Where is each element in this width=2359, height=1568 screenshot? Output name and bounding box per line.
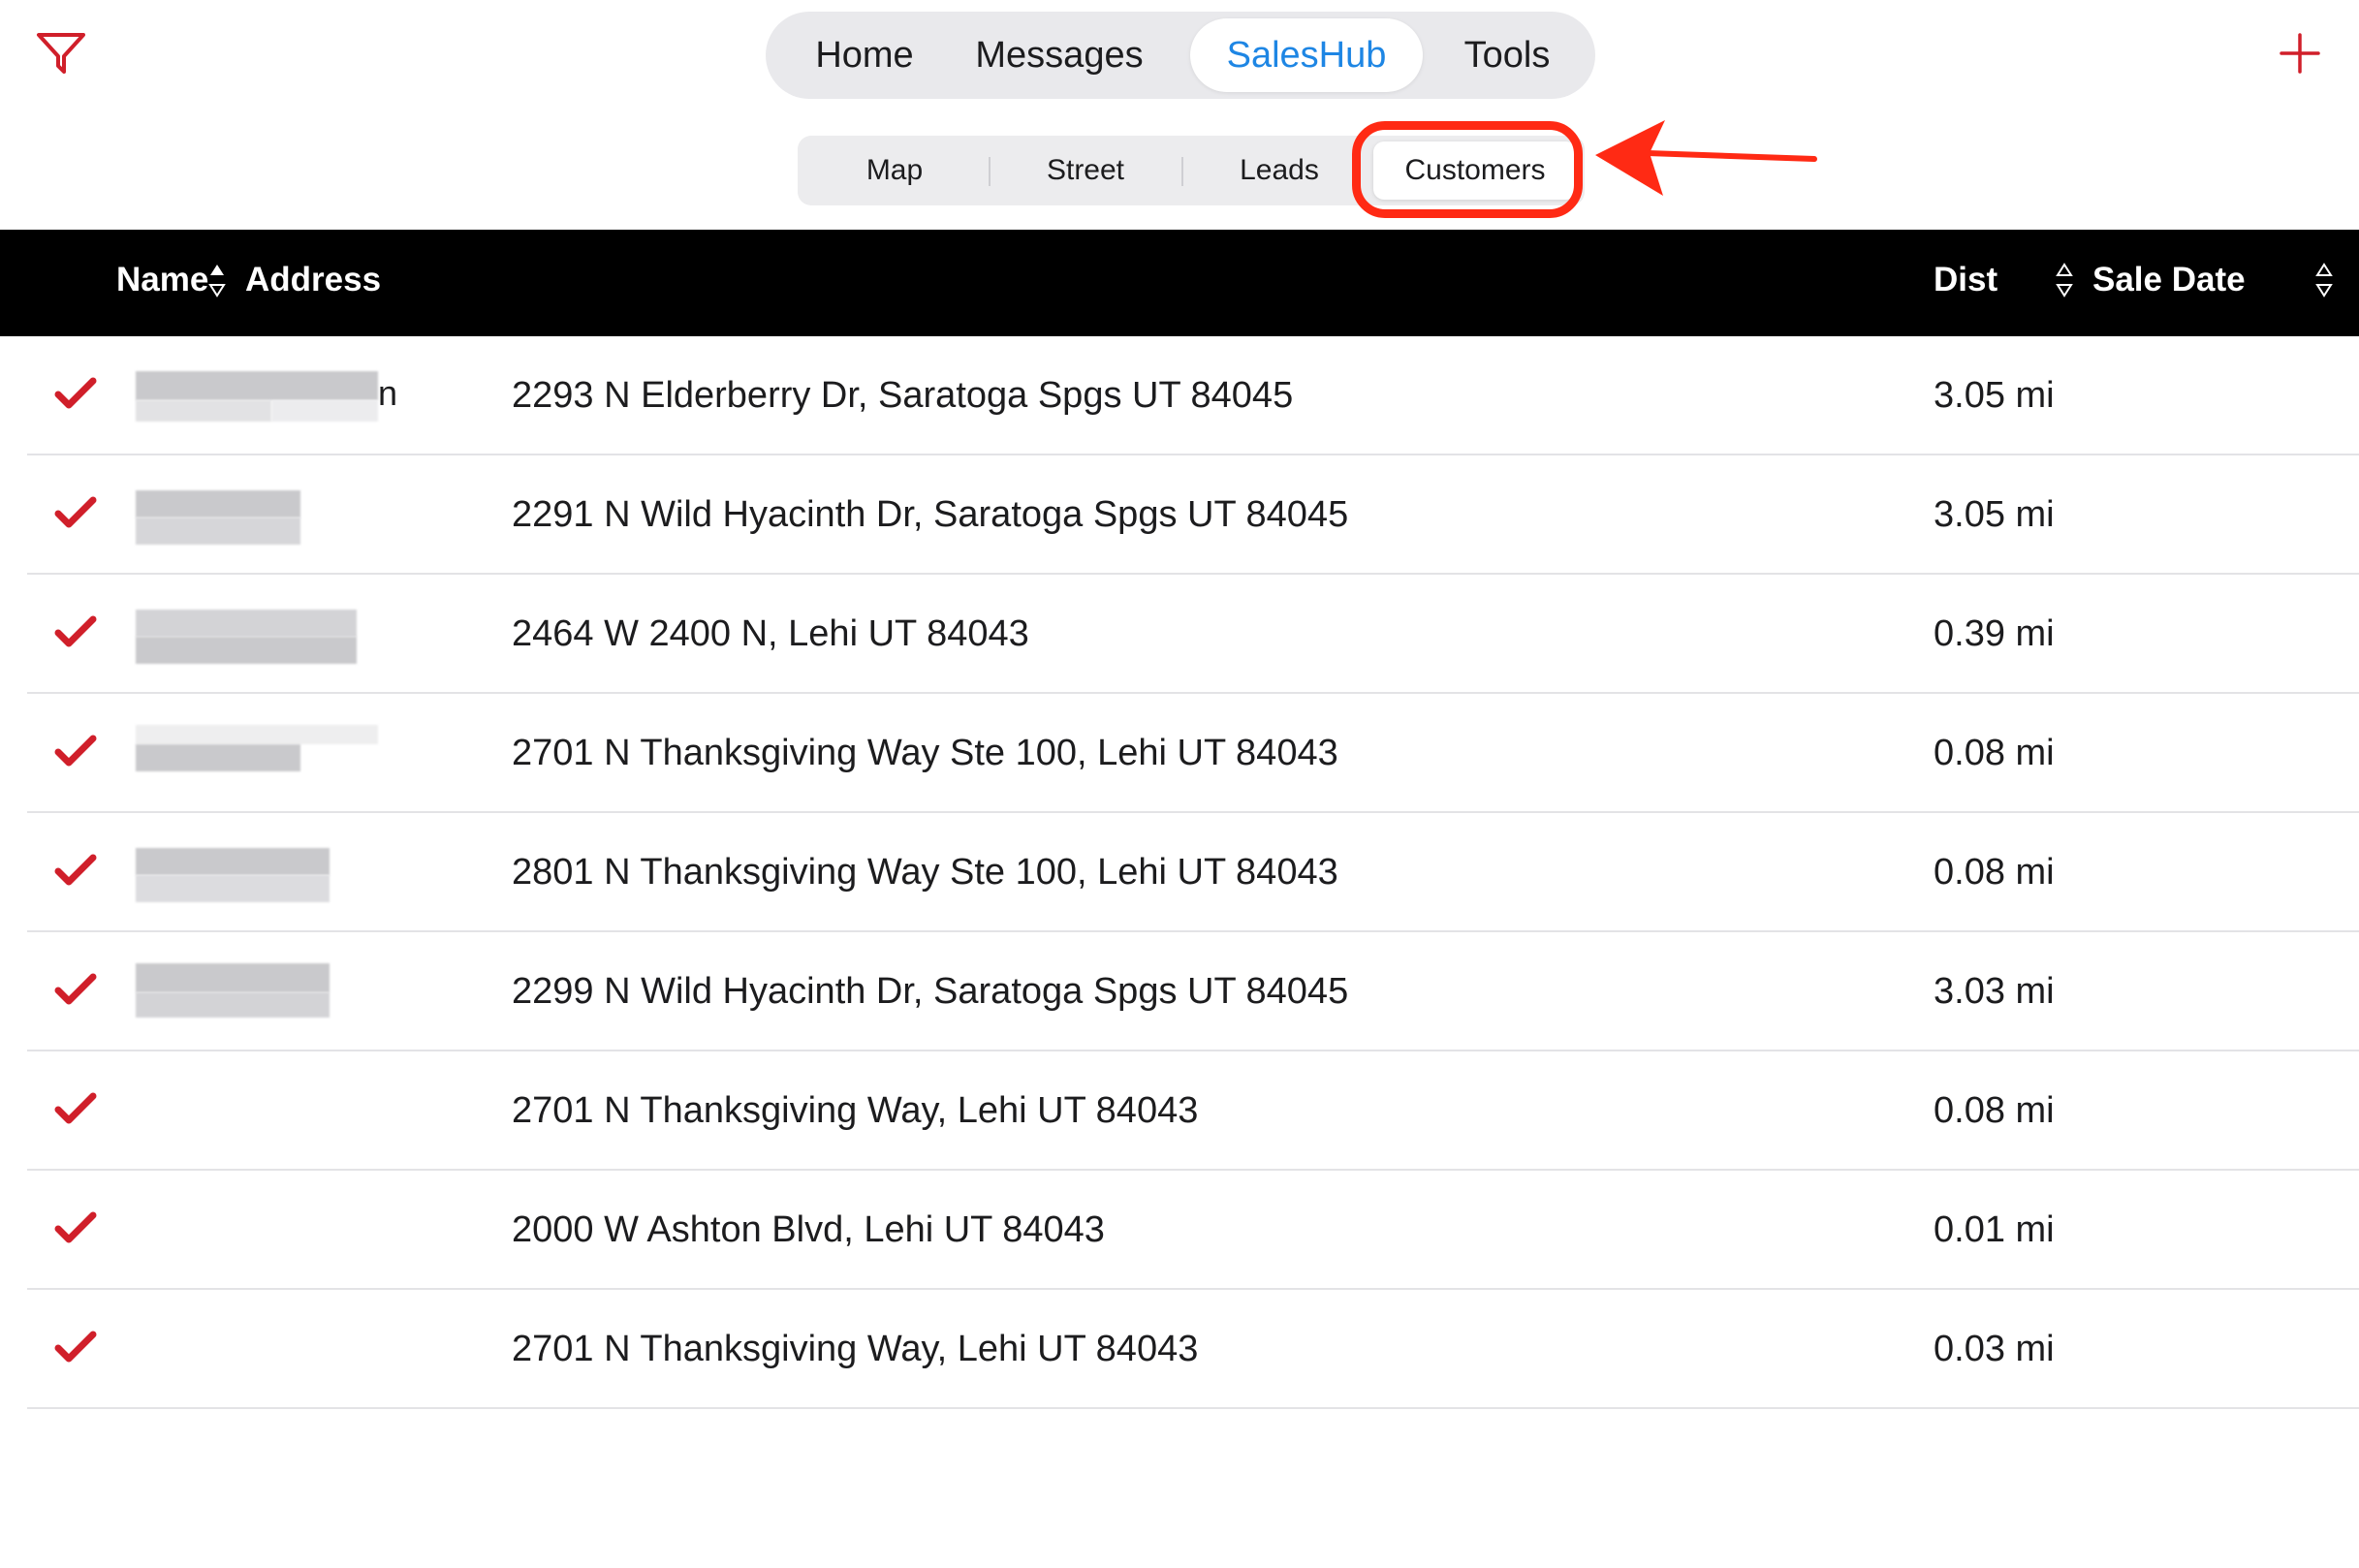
- checkmark-icon: [54, 854, 97, 886]
- distance-text: 3.05 mi: [1934, 375, 2055, 416]
- redacted-name: n: [136, 371, 397, 425]
- table-row[interactable]: 2291 N Wild Hyacinth Dr, Saratoga Spgs U…: [0, 455, 2359, 575]
- column-header-sale-date[interactable]: Sale Date: [2092, 230, 2246, 336]
- redacted-name: [136, 848, 378, 902]
- address-text: 2291 N Wild Hyacinth Dr, Saratoga Spgs U…: [512, 494, 1349, 535]
- address-text: 2701 N Thanksgiving Way, Lehi UT 84043: [512, 1090, 1199, 1131]
- checkmark-icon: [54, 973, 97, 1005]
- address-text: 2701 N Thanksgiving Way, Lehi UT 84043: [512, 1329, 1199, 1369]
- arrow-left-icon: [1595, 120, 1817, 196]
- table-row[interactable]: 2299 N Wild Hyacinth Dr, Saratoga Spgs U…: [0, 932, 2359, 1051]
- checkmark-icon: [54, 1331, 97, 1363]
- address-text: 2801 N Thanksgiving Way Ste 100, Lehi UT…: [512, 852, 1338, 893]
- tab-home[interactable]: Home: [789, 18, 940, 92]
- plus-icon: [2280, 33, 2320, 74]
- distance-text: 0.08 mi: [1934, 1090, 2055, 1131]
- table-row[interactable]: 2701 N Thanksgiving Way Ste 100, Lehi UT…: [0, 694, 2359, 813]
- checkmark-icon: [54, 615, 97, 647]
- table-row[interactable]: 2701 N Thanksgiving Way, Lehi UT 84043 0…: [0, 1290, 2359, 1409]
- address-text: 2000 W Ashton Blvd, Lehi UT 84043: [512, 1209, 1105, 1250]
- subtab-divider: [1181, 157, 1183, 186]
- subtab-leads[interactable]: Leads: [1185, 141, 1373, 200]
- column-header-name[interactable]: Name: [116, 230, 208, 336]
- checkmark-icon: [54, 377, 97, 409]
- distance-text: 0.08 mi: [1934, 733, 2055, 773]
- address-text: 2299 N Wild Hyacinth Dr, Saratoga Spgs U…: [512, 971, 1349, 1012]
- tab-tools[interactable]: Tools: [1440, 18, 1574, 92]
- filter-icon: [37, 33, 85, 74]
- table-row[interactable]: 2000 W Ashton Blvd, Lehi UT 84043 0.01 m…: [0, 1171, 2359, 1290]
- distance-text: 0.39 mi: [1934, 613, 2055, 654]
- checkmark-icon: [54, 496, 97, 528]
- redacted-name: [136, 610, 378, 664]
- main-segmented-control: Home Messages SalesHub Tools: [766, 12, 1595, 99]
- table-row[interactable]: n 2293 N Elderberry Dr, Saratoga Spgs UT…: [0, 336, 2359, 455]
- distance-text: 3.03 mi: [1934, 971, 2055, 1012]
- distance-text: 0.01 mi: [1934, 1209, 2055, 1250]
- distance-text: 0.08 mi: [1934, 852, 2055, 893]
- distance-text: 0.03 mi: [1934, 1329, 2055, 1369]
- table-header: Name Address Dist Sale Date: [0, 230, 2359, 336]
- sub-segmented-control: Map Street Leads Customers: [798, 136, 1585, 205]
- distance-text: 3.05 mi: [1934, 494, 2055, 535]
- redacted-name: [136, 963, 378, 1021]
- subtab-street[interactable]: Street: [991, 141, 1180, 200]
- checkmark-icon: [54, 1092, 97, 1124]
- column-header-dist[interactable]: Dist: [1934, 230, 1997, 336]
- address-text: 2293 N Elderberry Dr, Saratoga Spgs UT 8…: [512, 375, 1294, 416]
- customer-list: n 2293 N Elderberry Dr, Saratoga Spgs UT…: [0, 336, 2359, 1409]
- add-button[interactable]: [2276, 29, 2324, 78]
- checkmark-icon: [54, 735, 97, 767]
- redacted-name: [136, 490, 378, 545]
- subtab-customers[interactable]: Customers: [1373, 141, 1577, 200]
- filter-button[interactable]: [35, 29, 89, 78]
- sort-icon[interactable]: [2055, 257, 2074, 303]
- address-text: 2701 N Thanksgiving Way Ste 100, Lehi UT…: [512, 733, 1338, 773]
- tab-messages[interactable]: Messages: [959, 18, 1159, 92]
- redacted-name: [136, 725, 378, 783]
- column-header-address: Address: [245, 261, 382, 298]
- checkmark-icon: [54, 1211, 97, 1243]
- subtab-map[interactable]: Map: [803, 141, 986, 200]
- sort-ascending-icon[interactable]: [207, 257, 227, 303]
- subtab-divider: [989, 157, 991, 186]
- table-row[interactable]: 2464 W 2400 N, Lehi UT 84043 0.39 mi: [0, 575, 2359, 694]
- name-text: n: [378, 373, 398, 413]
- sort-icon[interactable]: [2314, 257, 2334, 303]
- table-row[interactable]: 2801 N Thanksgiving Way Ste 100, Lehi UT…: [0, 813, 2359, 932]
- table-row[interactable]: 2701 N Thanksgiving Way, Lehi UT 84043 0…: [0, 1051, 2359, 1171]
- tab-saleshub[interactable]: SalesHub: [1190, 18, 1423, 92]
- address-text: 2464 W 2400 N, Lehi UT 84043: [512, 613, 1029, 654]
